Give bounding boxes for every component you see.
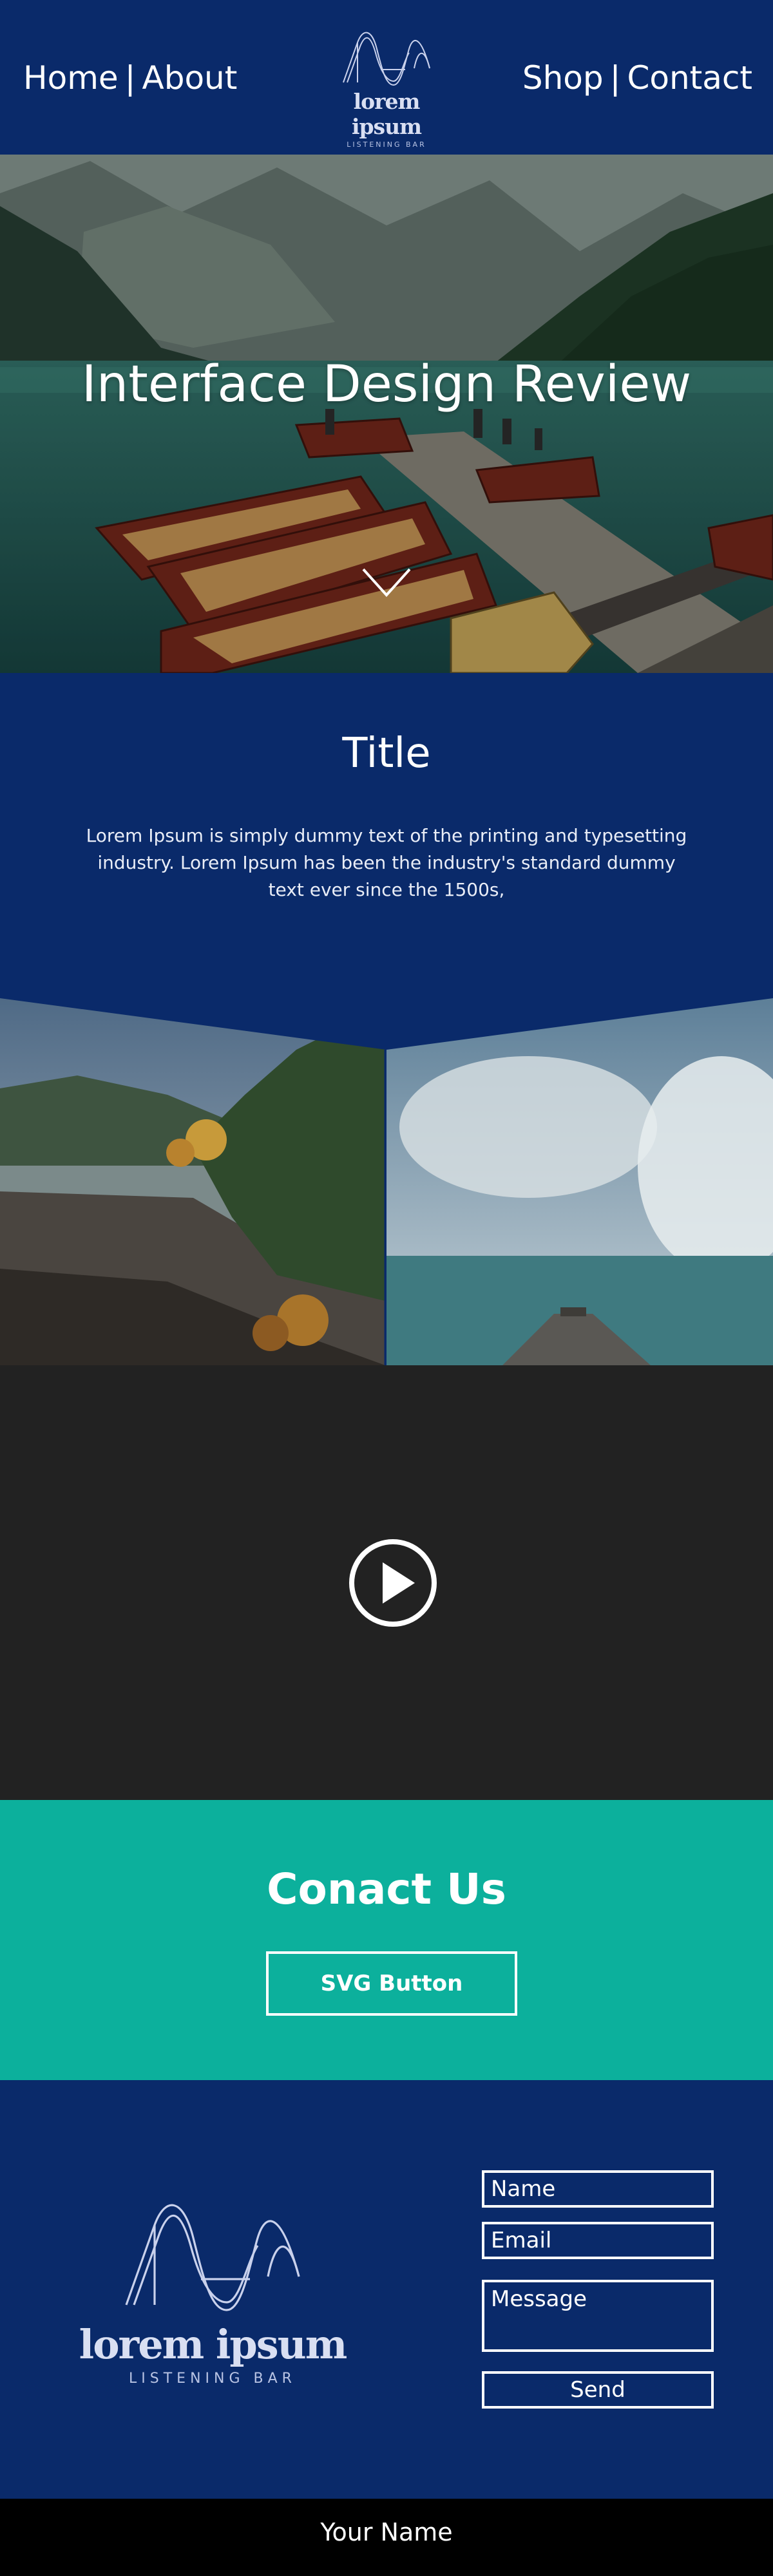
nav-left: Home | About — [23, 59, 237, 97]
header-logo[interactable]: lorem ipsum LISTENING BAR — [316, 23, 457, 149]
brand-tagline: LISTENING BAR — [347, 140, 426, 149]
contact-cta-section: Conact Us SVG Button — [0, 1800, 773, 2080]
intro-text: Lorem Ipsum is simply dummy text of the … — [86, 825, 687, 900]
contact-form-section: lorem ipsum LISTENING BAR Send — [0, 2080, 773, 2499]
footer-logo: lorem ipsum LISTENING BAR — [71, 2183, 354, 2396]
intro-title: Title — [342, 730, 431, 777]
play-icon[interactable] — [348, 1538, 438, 1628]
video-player[interactable] — [0, 1365, 773, 1800]
email-field[interactable] — [482, 2222, 714, 2259]
nav-separator: | — [609, 59, 621, 97]
brand-logo-icon — [125, 2204, 300, 2311]
image-gallery — [0, 998, 773, 1365]
hero-section: Interface Design Review — [0, 155, 773, 673]
nav-shop-link[interactable]: Shop — [522, 59, 604, 97]
gallery-image-pier — [386, 998, 773, 1365]
contact-cta-title: Conact Us — [267, 1864, 506, 1914]
brand-name: lorem ipsum — [351, 89, 422, 139]
gallery-image-lake — [0, 998, 385, 1365]
brand-logo-icon — [343, 32, 430, 86]
nav-right: Shop | Contact — [522, 59, 752, 97]
nav-about-link[interactable]: About — [142, 59, 238, 97]
svg-button[interactable]: SVG Button — [266, 1951, 517, 2016]
intro-section: Title Lorem Ipsum is simply dummy text o… — [0, 673, 773, 998]
nav-separator: | — [124, 59, 136, 97]
send-button[interactable]: Send — [482, 2371, 714, 2409]
brand-name: lorem ipsum — [79, 2321, 348, 2368]
footer-name: Your Name — [320, 2518, 453, 2546]
name-field[interactable] — [482, 2170, 714, 2208]
site-footer: Your Name — [0, 2499, 773, 2576]
gallery-images — [0, 998, 773, 1365]
message-field[interactable] — [482, 2280, 714, 2352]
site-header: Home | About lorem ipsum LISTENING BAR Sho… — [0, 0, 773, 155]
brand-tagline: LISTENING BAR — [129, 2371, 296, 2387]
nav-contact-link[interactable]: Contact — [627, 59, 752, 97]
hero-title: Interface Design Review — [81, 355, 692, 413]
nav-home-link[interactable]: Home — [23, 59, 119, 97]
chevron-down-icon[interactable] — [361, 567, 412, 599]
